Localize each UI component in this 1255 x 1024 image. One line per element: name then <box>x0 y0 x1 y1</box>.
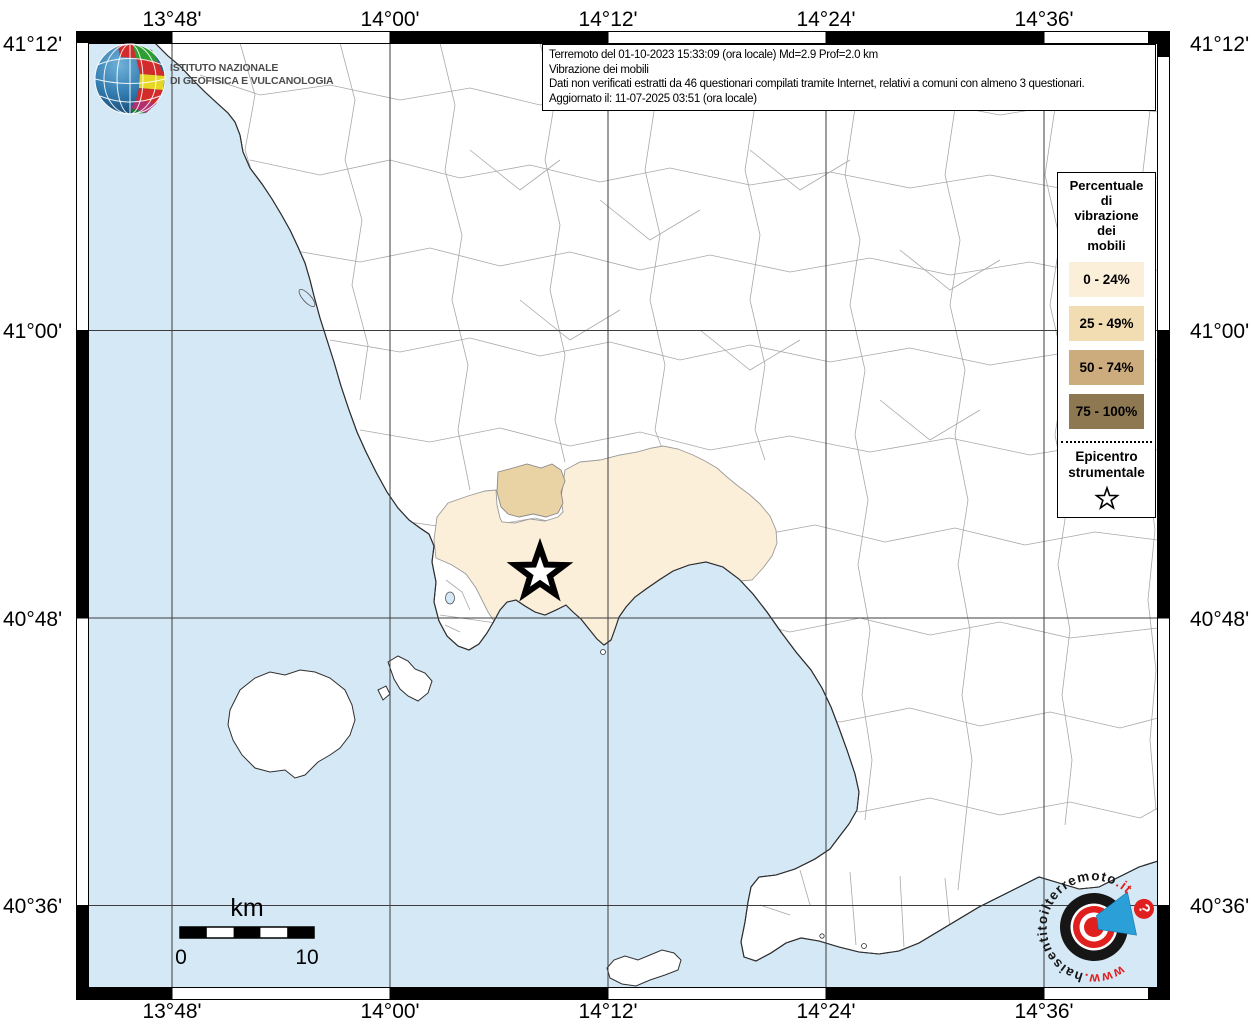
tick-label: 40°48' <box>3 608 62 631</box>
map-interior: ? www.haisentitoilterremoto.it <box>88 43 1158 988</box>
tick-label: 14°12' <box>578 1000 637 1023</box>
legend-epicenter-label: Epicentro strumentale <box>1068 449 1145 480</box>
event-title: Terremoto del 01-10-2023 15:33:09 (ora l… <box>549 49 878 61</box>
tick-label: 41°12' <box>1190 33 1249 56</box>
islet <box>861 943 867 949</box>
star-icon <box>1093 485 1120 510</box>
legend-swatch-75-100: 75 - 100% <box>1069 394 1144 429</box>
tick-label: 14°36' <box>1014 8 1073 31</box>
axis-labels-top: 13°48' 14°00' 14°12' 14°24' 14°36' <box>142 8 1073 31</box>
tick-label: 14°00' <box>360 1000 419 1023</box>
ingv-logo <box>94 43 166 115</box>
ingv-name-line2: DI GEOFISICA E VULCANOLOGIA <box>170 75 334 87</box>
legend-swatch-0-24: 0 - 24% <box>1069 262 1144 297</box>
tick-label: 41°12' <box>3 33 62 56</box>
legend-title: Percentuale di vibrazione dei mobili <box>1069 178 1144 253</box>
tick-label: 40°36' <box>1190 895 1249 918</box>
tick-label: 41°00' <box>3 320 62 343</box>
lake-fusaro <box>445 591 455 605</box>
tick-label: 14°12' <box>578 8 637 31</box>
legend: Percentuale di vibrazione dei mobili 0 -… <box>1057 172 1156 518</box>
tick-label: 41°00' <box>1190 320 1249 343</box>
legend-swatch-50-74: 50 - 74% <box>1069 350 1144 385</box>
islet-nisida <box>600 649 606 655</box>
tick-label: 14°24' <box>796 1000 855 1023</box>
islet <box>819 933 825 939</box>
legend-swatch-25-49: 25 - 49% <box>1069 306 1144 341</box>
axis-labels-left: 41°12' 41°00' 40°48' 40°36' <box>3 33 62 918</box>
event-subtitle: Vibrazione dei mobili <box>549 63 649 76</box>
tick-label: 40°36' <box>3 895 62 918</box>
scale-bar-unit: km <box>230 894 263 922</box>
tick-label: 40°48' <box>1190 608 1249 631</box>
scale-bar-start: 0 <box>175 946 187 969</box>
event-info-box: Terremoto del 01-10-2023 15:33:09 (ora l… <box>542 44 1156 112</box>
legend-divider <box>1061 441 1152 443</box>
tick-label: 14°36' <box>1014 1000 1073 1023</box>
event-data-note: Dati non verificati estratti da 46 quest… <box>549 78 1085 91</box>
tick-label: 13°48' <box>142 8 201 31</box>
axis-labels-bottom: 13°48' 14°00' 14°12' 14°24' 14°36' <box>142 1000 1073 1023</box>
area-class-25-49 <box>496 463 566 518</box>
ingv-name-line1: ISTITUTO NAZIONALE <box>170 62 279 74</box>
tick-label: 13°48' <box>142 1000 201 1023</box>
scale-bar-end: 10 <box>295 946 318 969</box>
event-updated: Aggiornato il: 11-07-2025 03:51 (ora loc… <box>549 92 757 105</box>
axis-labels-right: 41°12' 41°00' 40°48' 40°36' <box>1190 33 1249 918</box>
tick-label: 14°00' <box>360 8 419 31</box>
ingv-wordmark: ISTITUTO NAZIONALE DI GEOFISICA E VULCAN… <box>170 62 334 88</box>
ingv-shakemap-page: ? www.haisentitoilterremoto.it 13°48' 14… <box>0 0 1255 1024</box>
tick-label: 14°24' <box>796 8 855 31</box>
